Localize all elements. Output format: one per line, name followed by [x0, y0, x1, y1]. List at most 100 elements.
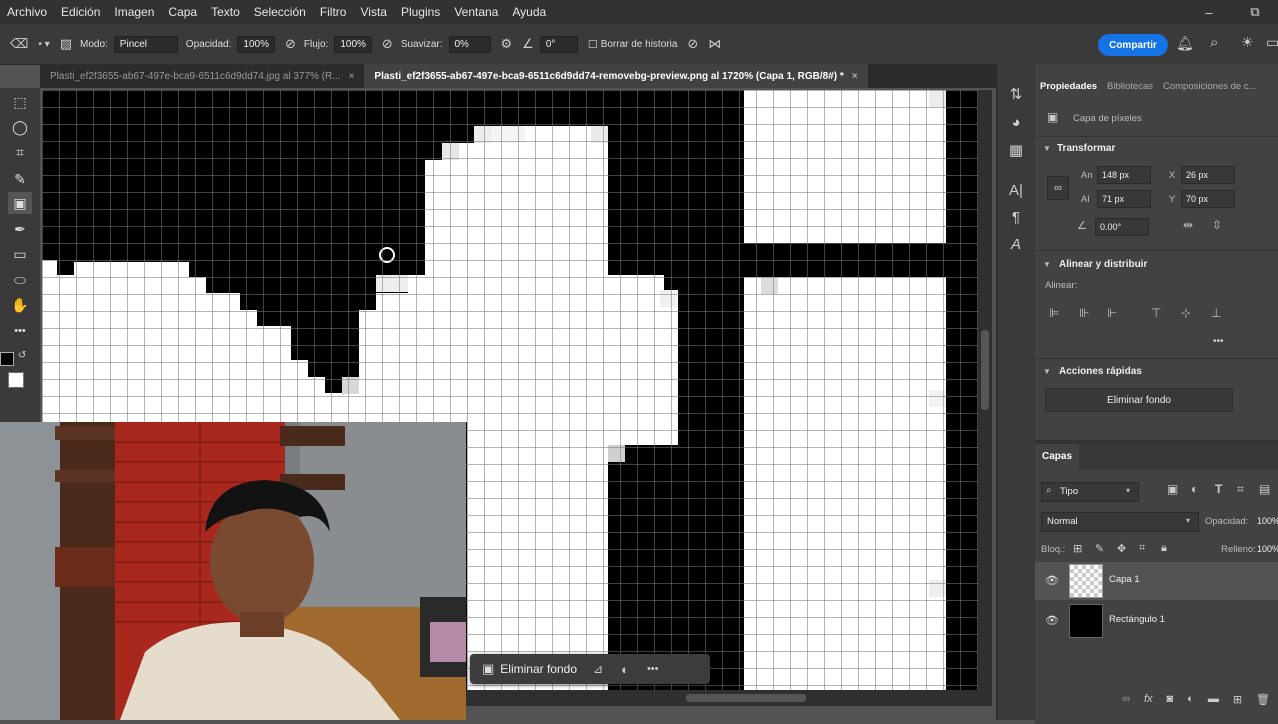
- eye-icon[interactable]: 👁︎: [1045, 614, 1059, 627]
- bell-icon[interactable]: 🔔︎: [1176, 35, 1194, 52]
- menu-seleccion[interactable]: Selección: [247, 5, 313, 19]
- tab-libraries[interactable]: Bibliotecas: [1102, 81, 1158, 92]
- checkbox-icon[interactable]: ☐: [588, 38, 598, 51]
- remove-background-quick-button[interactable]: Eliminar fondo: [1045, 388, 1233, 412]
- more-tools-icon[interactable]: •••: [8, 320, 32, 342]
- pressure-opacity-icon[interactable]: ⊘: [285, 36, 296, 52]
- trash-icon[interactable]: 🗑︎: [1256, 693, 1270, 706]
- tab-layers[interactable]: Capas: [1035, 444, 1079, 470]
- layer-opacity-field[interactable]: 100%: [1257, 516, 1278, 526]
- foreground-color-swatch[interactable]: [0, 352, 14, 366]
- y-field[interactable]: 70 px: [1181, 190, 1235, 208]
- pen-tool-icon[interactable]: ✒: [8, 218, 32, 240]
- filter-adjustment-icon[interactable]: ◐: [1191, 482, 1198, 496]
- lock-position-icon[interactable]: ✥: [1117, 542, 1126, 555]
- align-top-icon[interactable]: ⊤: [1151, 306, 1161, 320]
- menu-ventana[interactable]: Ventana: [447, 5, 505, 19]
- brush-tool-icon[interactable]: ✎: [8, 168, 32, 190]
- flip-horizontal-icon[interactable]: ⇹: [1183, 218, 1193, 232]
- rotation-field[interactable]: 0.00°: [1095, 218, 1149, 236]
- close-icon[interactable]: ×: [852, 71, 858, 82]
- adjustment-icon[interactable]: ◐: [621, 662, 629, 677]
- share-button[interactable]: Compartir: [1098, 34, 1168, 56]
- chevron-down-icon[interactable]: ▼: [1043, 260, 1051, 269]
- vertical-scroll-thumb[interactable]: [981, 330, 989, 410]
- align-left-icon[interactable]: ⊫: [1049, 306, 1059, 320]
- blend-mode-select[interactable]: Normal ▾: [1041, 512, 1199, 532]
- color-palette-icon[interactable]: ◕: [1005, 112, 1027, 134]
- eye-icon[interactable]: 👁︎: [1045, 574, 1059, 587]
- search-icon[interactable]: ⌕: [1210, 34, 1218, 51]
- horizontal-scrollbar[interactable]: [466, 690, 992, 706]
- rectangle-tool-icon[interactable]: ▭: [8, 243, 32, 265]
- brush-settings-icon[interactable]: ▨: [60, 36, 72, 52]
- flip-vertical-icon[interactable]: ⇳: [1212, 218, 1222, 232]
- tab-comps[interactable]: Composiciones de c...: [1158, 81, 1261, 92]
- link-layers-icon[interactable]: ∞: [1122, 693, 1130, 705]
- pressure-size-icon[interactable]: ⊘: [687, 36, 698, 52]
- new-layer-icon[interactable]: ⊞: [1233, 693, 1242, 706]
- eraser-tool-icon[interactable]: ▣: [8, 192, 32, 214]
- layer-name[interactable]: Rectángulo 1: [1109, 614, 1165, 625]
- eraser-icon[interactable]: ⌫: [10, 36, 28, 52]
- menu-edicion[interactable]: Edición: [54, 5, 107, 19]
- restore-button[interactable]: ⧉: [1232, 4, 1278, 20]
- smooth-field[interactable]: 0%: [448, 35, 491, 53]
- fill-field[interactable]: 100%: [1257, 544, 1278, 554]
- angle-field[interactable]: 0°: [539, 35, 578, 53]
- link-proportions-icon[interactable]: ∞: [1047, 176, 1069, 200]
- lightbulb-icon[interactable]: ☀: [1241, 34, 1254, 51]
- menu-vista[interactable]: Vista: [353, 5, 393, 19]
- symmetry-icon[interactable]: ⋈: [708, 36, 721, 52]
- layer-row-rectangulo-1[interactable]: 👁︎ Rectángulo 1: [1035, 602, 1278, 640]
- remove-background-button[interactable]: Eliminar fondo: [500, 662, 577, 676]
- menu-filtro[interactable]: Filtro: [313, 5, 354, 19]
- glyphs-icon[interactable]: A: [1005, 234, 1027, 256]
- lock-image-icon[interactable]: ✎: [1095, 542, 1104, 555]
- menu-imagen[interactable]: Imagen: [107, 5, 161, 19]
- x-field[interactable]: 26 px: [1181, 166, 1235, 184]
- fx-icon[interactable]: fx: [1144, 693, 1153, 705]
- crop-tool-icon[interactable]: ⌗: [8, 141, 32, 163]
- tab-properties[interactable]: Propiedades: [1035, 81, 1102, 92]
- paragraph-icon[interactable]: ¶: [1005, 207, 1027, 229]
- more-align-options-button[interactable]: •••: [1213, 336, 1224, 347]
- align-bottom-icon[interactable]: ⊥: [1211, 306, 1221, 320]
- close-icon[interactable]: ×: [349, 71, 355, 82]
- workspace-icon[interactable]: ▭: [1266, 34, 1278, 51]
- swap-colors-icon[interactable]: ↺: [18, 350, 26, 361]
- lock-all-icon[interactable]: 🔒︎: [1161, 542, 1167, 555]
- vertical-scrollbar[interactable]: [978, 90, 992, 690]
- ellipse-tool-icon[interactable]: ⬭: [8, 269, 32, 291]
- select-subject-icon[interactable]: ⊿: [593, 662, 603, 676]
- lock-transparent-icon[interactable]: ⊞: [1073, 542, 1082, 555]
- horizontal-scroll-thumb[interactable]: [686, 694, 806, 702]
- chevron-down-icon[interactable]: ▼: [1043, 144, 1051, 153]
- swatches-icon[interactable]: ▦: [1005, 140, 1027, 162]
- brush-size-icon[interactable]: • ▾: [38, 39, 49, 50]
- menu-ayuda[interactable]: Ayuda: [505, 5, 553, 19]
- opacity-field[interactable]: 100%: [237, 35, 275, 53]
- layer-filter-select[interactable]: ⌕ Tipo ▾: [1041, 482, 1139, 502]
- tab-document-1[interactable]: Plasti_ef2f3655-ab67-497e-bca9-6511c6d9d…: [40, 64, 365, 88]
- align-middle-v-icon[interactable]: ⊹: [1181, 306, 1191, 320]
- chevron-down-icon[interactable]: ▼: [1043, 367, 1051, 376]
- align-center-h-icon[interactable]: ⊪: [1079, 306, 1089, 320]
- lasso-tool-icon[interactable]: ◯: [8, 116, 32, 138]
- menu-archivo[interactable]: Archivo: [0, 5, 54, 19]
- layer-row-capa-1[interactable]: 👁︎ Capa 1: [1035, 562, 1278, 600]
- menu-plugins[interactable]: Plugins: [394, 5, 447, 19]
- background-color-swatch[interactable]: [8, 372, 24, 388]
- airbrush-icon[interactable]: ⊘: [382, 36, 393, 52]
- height-field[interactable]: 71 px: [1097, 190, 1151, 208]
- more-options-button[interactable]: •••: [647, 663, 659, 675]
- move-tool-icon[interactable]: ⬚: [8, 91, 32, 113]
- new-adjustment-icon[interactable]: ◐: [1187, 693, 1194, 705]
- mode-select[interactable]: Pincel: [113, 35, 178, 53]
- lock-artboard-icon[interactable]: ⌗: [1139, 542, 1145, 555]
- filter-smart-object-icon[interactable]: ▤: [1259, 482, 1270, 496]
- width-field[interactable]: 148 px: [1097, 166, 1151, 184]
- filter-shape-icon[interactable]: ⌗: [1237, 482, 1244, 497]
- character-icon[interactable]: A|: [1005, 180, 1027, 202]
- flow-field[interactable]: 100%: [334, 35, 372, 53]
